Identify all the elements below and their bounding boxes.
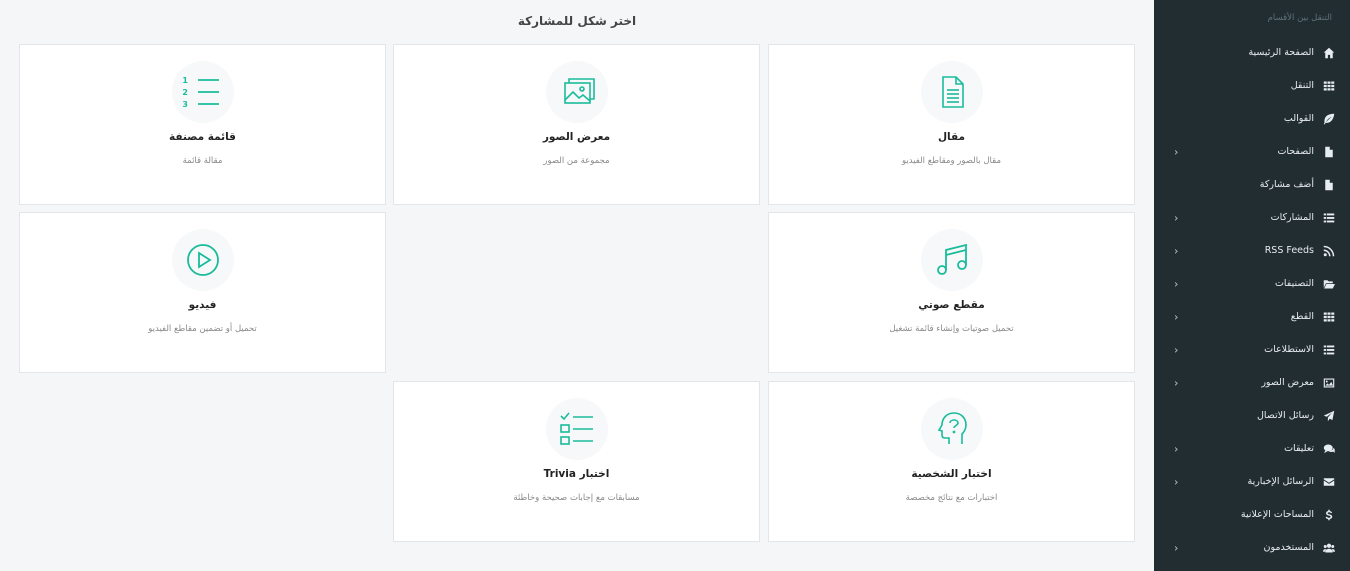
home-icon <box>1322 46 1336 60</box>
card-description: تحميل صوتيات وإنشاء قائمة تشغيل <box>889 324 1014 334</box>
sidebar-item[interactable]: تعليقات ‹ <box>1154 432 1350 465</box>
sidebar-item-label: أضف مشاركة <box>1259 179 1314 190</box>
sidebar-item-label: التنقل <box>1290 80 1314 91</box>
dollar-icon <box>1322 508 1336 522</box>
sidebar-item[interactable]: الصفحات ‹ <box>1154 135 1350 168</box>
card-title: مقال <box>937 131 966 143</box>
post-type-card-trivia-quiz[interactable]: اختبار Trivia مسابقات مع إجابات صحيحة وخ… <box>393 381 760 542</box>
sidebar-item-label: القوالب <box>1283 113 1314 124</box>
chevron-left-icon: ‹ <box>1174 277 1179 290</box>
chevron-left-icon: ‹ <box>1174 145 1179 158</box>
sidebar-item[interactable]: الرسائل الإخبارية ‹ <box>1154 465 1350 498</box>
post-type-card-video[interactable]: فيديو تحميل أو تضمين مقاطع الفيديو <box>19 212 386 373</box>
sidebar-item[interactable]: رسائل الاتصال <box>1154 399 1350 432</box>
sidebar-item[interactable]: RSS Feeds ‹ <box>1154 234 1350 267</box>
chevron-left-icon: ‹ <box>1174 442 1179 455</box>
page-title: اختر شكل للمشاركة <box>517 14 637 28</box>
checklist-icon <box>545 398 608 460</box>
sidebar-item-label: المساحات الإعلانية <box>1240 509 1314 520</box>
post-type-card-personality-quiz[interactable]: اختبار الشخصية اختبارات مع نتائج مخصصة <box>768 381 1135 542</box>
comments-icon <box>1322 442 1336 456</box>
card-description: مقال بالصور ومقاطع الفيديو <box>901 156 1001 166</box>
sidebar-item-label: رسائل الاتصال <box>1256 410 1314 421</box>
grid-icon <box>1322 79 1336 93</box>
users-icon <box>1322 541 1336 555</box>
chevron-left-icon: ‹ <box>1174 244 1179 257</box>
card-title: معرض الصور <box>542 131 611 143</box>
list-icon <box>1322 211 1336 225</box>
card-description: تحميل أو تضمين مقاطع الفيديو <box>148 324 257 334</box>
post-type-card-article[interactable]: مقال مقال بالصور ومقاطع الفيديو <box>768 44 1135 205</box>
card-description: مقالة قائمة <box>182 156 223 166</box>
svg-text:3: 3 <box>183 100 188 109</box>
head-question-icon <box>920 398 983 460</box>
sidebar-item[interactable]: المستخدمون ‹ <box>1154 531 1350 564</box>
sidebar-item[interactable]: أضف مشاركة <box>1154 168 1350 201</box>
file-icon <box>1322 145 1336 159</box>
chevron-left-icon: ‹ <box>1174 541 1179 554</box>
chevron-left-icon: ‹ <box>1174 343 1179 356</box>
sidebar-item-label: الرسائل الإخبارية <box>1247 476 1314 487</box>
list-icon <box>1322 343 1336 357</box>
post-type-card-audio[interactable]: مقطع صوتي تحميل صوتيات وإنشاء قائمة تشغي… <box>768 212 1135 373</box>
sidebar-item-label: المستخدمون <box>1263 542 1314 553</box>
card-description: اختبارات مع نتائج مخصصة <box>905 493 998 503</box>
sidebar-item-label: الصفحة الرئيسية <box>1248 47 1314 58</box>
post-type-card-gallery[interactable]: معرض الصور مجموعة من الصور <box>393 44 760 205</box>
chevron-left-icon: ‹ <box>1174 211 1179 224</box>
svg-text:2: 2 <box>183 88 188 97</box>
sidebar-item-label: تعليقات <box>1284 443 1314 454</box>
rss-icon <box>1322 244 1336 258</box>
sidebar-item-label: التصنيفات <box>1274 278 1314 289</box>
document-icon <box>920 61 983 123</box>
sidebar-item-label: الاستطلاعات <box>1264 344 1314 355</box>
image-icon <box>1322 376 1336 390</box>
sidebar-item[interactable]: القطع ‹ <box>1154 300 1350 333</box>
svg-text:1: 1 <box>183 76 188 85</box>
chevron-left-icon: ‹ <box>1174 310 1179 323</box>
sidebar-item[interactable]: التنقل <box>1154 69 1350 102</box>
envelope-icon <box>1322 475 1336 489</box>
sidebar-item[interactable]: المساحات الإعلانية <box>1154 498 1350 531</box>
sidebar-item[interactable]: الصفحة الرئيسية <box>1154 36 1350 69</box>
card-title: مقطع صوتي <box>918 299 985 311</box>
sidebar: التنقل بين الأقسام الصفحة الرئيسية التنقل… <box>1154 0 1350 571</box>
leaf-icon <box>1322 112 1336 126</box>
card-title: اختبار Trivia <box>543 468 610 480</box>
sidebar-item[interactable]: الاستطلاعات ‹ <box>1154 333 1350 366</box>
sidebar-item-label: القطع <box>1290 311 1314 322</box>
sidebar-item-label: المشاركات <box>1270 212 1314 223</box>
chevron-left-icon: ‹ <box>1174 475 1179 488</box>
card-title: فيديو <box>188 299 217 311</box>
file-icon <box>1322 178 1336 192</box>
sidebar-item[interactable]: المشاركات ‹ <box>1154 201 1350 234</box>
grid-icon <box>1322 310 1336 324</box>
sidebar-item-label: RSS Feeds <box>1264 245 1314 256</box>
card-title: اختبار الشخصية <box>911 468 992 480</box>
sidebar-nav: الصفحة الرئيسية التنقل القوالب الصفحات ‹ أضف … <box>1154 36 1350 564</box>
sidebar-header: التنقل بين الأقسام <box>1267 13 1332 23</box>
card-title: قائمة مصنفة <box>169 131 236 143</box>
sidebar-item-label: معرض الصور <box>1261 377 1314 388</box>
chevron-left-icon: ‹ <box>1174 376 1179 389</box>
folder-open-icon <box>1322 277 1336 291</box>
main-content: اختر شكل للمشاركة مقال مقال بالصور ومقاط… <box>0 0 1154 571</box>
sidebar-item[interactable]: التصنيفات ‹ <box>1154 267 1350 300</box>
post-type-card-sorted-list[interactable]: 1 2 3 قائمة مصنفة مقالة قائمة <box>19 44 386 205</box>
sidebar-item[interactable]: القوالب <box>1154 102 1350 135</box>
sidebar-item-label: الصفحات <box>1277 146 1314 157</box>
paper-plane-icon <box>1322 409 1336 423</box>
sidebar-item[interactable]: معرض الصور ‹ <box>1154 366 1350 399</box>
music-icon <box>920 229 983 291</box>
gallery-icon <box>545 61 608 123</box>
play-icon <box>171 229 234 291</box>
numbered-list-icon: 1 2 3 <box>171 61 234 123</box>
card-description: مسابقات مع إجابات صحيحة وخاطئة <box>513 493 640 503</box>
card-description: مجموعة من الصور <box>543 156 610 166</box>
